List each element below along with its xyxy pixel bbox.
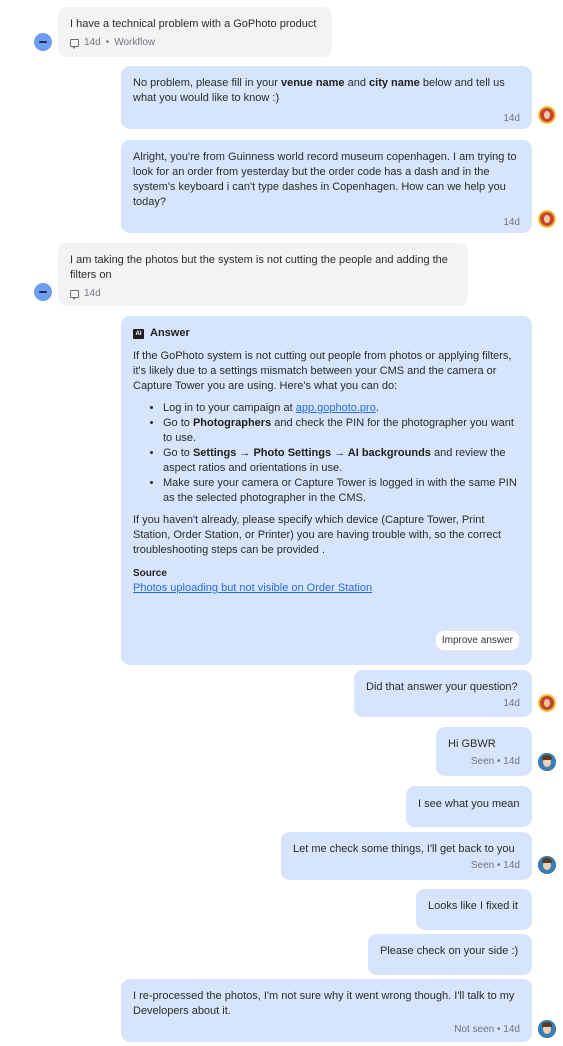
message-text: Let me check some things, I'll get back … (293, 843, 515, 855)
answer-steps: Log in to your campaign at app.gophoto.p… (163, 401, 520, 506)
bot-avatar (538, 106, 556, 124)
outgoing-message: Looks like I fixed it (416, 889, 532, 930)
message-text: No problem, please fill in your venue na… (133, 77, 505, 104)
message-status: Seen • 14d (470, 860, 520, 871)
message-text: Alright, you're from Guinness world reco… (133, 151, 517, 208)
outgoing-message: Alright, you're from Guinness world reco… (121, 140, 532, 233)
ai-answer-card: AI Answer If the GoPhoto system is not c… (121, 316, 532, 665)
answer-step: Log in to your campaign at app.gophoto.p… (163, 401, 520, 416)
message-time: 14d (84, 288, 101, 299)
answer-intro: If the GoPhoto system is not cutting out… (133, 350, 512, 392)
user-avatar (34, 33, 52, 51)
answer-title: Answer (150, 327, 190, 339)
outgoing-message: I see what you mean (406, 786, 532, 827)
message-status: Seen • 14d (470, 756, 520, 767)
outgoing-message: I re-processed the photos, I'm not sure … (121, 979, 532, 1042)
ai-icon: AI (133, 328, 144, 339)
answer-step: Go to Settings → Photo Settings → AI bac… (163, 446, 520, 476)
message-text: Did that answer your question? (366, 681, 518, 693)
message-time: 14d (503, 698, 520, 709)
answer-outro: If you haven't already, please specify w… (133, 514, 502, 556)
answer-header: AI Answer (133, 326, 520, 341)
bot-avatar (538, 210, 556, 228)
incoming-message: I am taking the photos but the system is… (58, 243, 468, 306)
agent-avatar (538, 753, 556, 771)
message-text: I re-processed the photos, I'm not sure … (133, 990, 515, 1017)
message-text: Looks like I fixed it (428, 900, 518, 912)
message-meta: 14d (70, 287, 456, 301)
incoming-message: I have a technical problem with a GoPhot… (58, 7, 332, 57)
agent-avatar (538, 856, 556, 874)
message-text: I am taking the photos but the system is… (70, 254, 448, 281)
message-time: 14d (503, 217, 520, 228)
message-icon (70, 290, 79, 300)
source-link[interactable]: Photos uploading but not visible on Orde… (133, 581, 520, 596)
message-text: I see what you mean (418, 798, 520, 810)
message-icon (70, 39, 79, 49)
message-channel: Workflow (114, 37, 156, 48)
outgoing-message: Did that answer your question? 14d (354, 670, 532, 717)
outgoing-message: No problem, please fill in your venue na… (121, 66, 532, 129)
campaign-link[interactable]: app.gophoto.pro (296, 402, 376, 414)
outgoing-message: Hi GBWR Seen • 14d (436, 727, 532, 776)
improve-answer-button[interactable]: Improve answer (434, 630, 520, 651)
answer-step: Go to Photographers and check the PIN fo… (163, 416, 520, 446)
message-status: Not seen • 14d (454, 1024, 520, 1035)
agent-avatar (538, 1020, 556, 1038)
message-meta: 14d • Workflow (70, 36, 320, 50)
message-text: I have a technical problem with a GoPhot… (70, 18, 317, 30)
answer-step: Make sure your camera or Capture Tower i… (163, 476, 520, 506)
message-time: 14d (84, 37, 101, 48)
outgoing-message: Let me check some things, I'll get back … (281, 832, 532, 880)
source-label: Source (133, 568, 167, 579)
message-text: Please check on your side :) (380, 945, 519, 957)
user-avatar (34, 283, 52, 301)
message-time: 14d (503, 113, 520, 124)
bot-avatar (538, 694, 556, 712)
outgoing-message: Please check on your side :) (368, 934, 532, 975)
message-text: Hi GBWR (448, 738, 496, 750)
